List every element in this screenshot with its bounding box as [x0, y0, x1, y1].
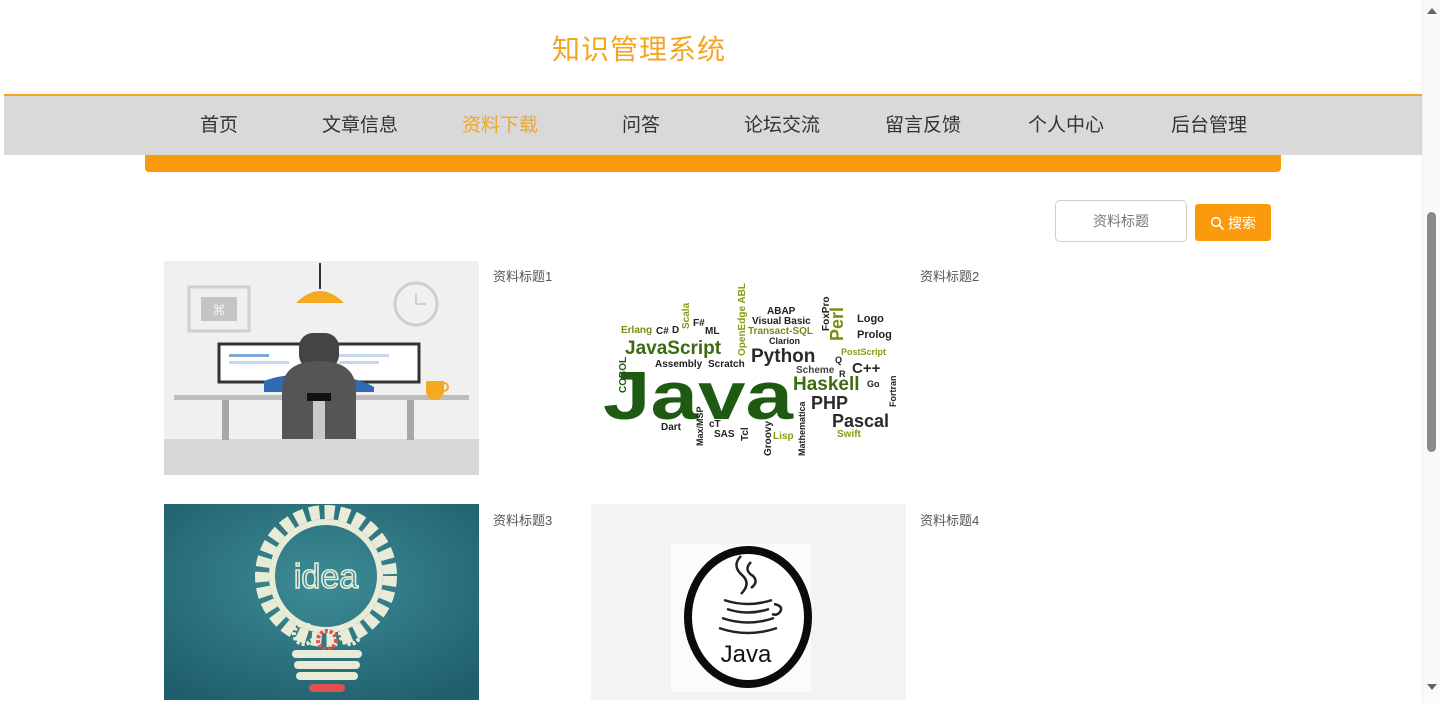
- resource-image-wordcloud[interactable]: Java JavaScript Python Haskell PHP Pasca…: [591, 261, 906, 475]
- svg-text:JavaScript: JavaScript: [625, 338, 722, 359]
- scroll-down-arrow-icon[interactable]: [1427, 684, 1437, 690]
- svg-text:cT: cT: [709, 419, 721, 430]
- svg-text:Java: Java: [721, 641, 772, 668]
- nav-item-qa[interactable]: 问答: [591, 96, 691, 155]
- nav-item-feedback[interactable]: 留言反馈: [873, 96, 973, 155]
- svg-text:Logo: Logo: [857, 313, 884, 325]
- svg-text:OpenEdge ABL: OpenEdge ABL: [737, 283, 748, 356]
- svg-text:Groovy: Groovy: [763, 421, 774, 456]
- svg-text:FoxPro: FoxPro: [821, 297, 832, 331]
- svg-text:C#: C#: [656, 326, 669, 337]
- svg-text:Scala: Scala: [681, 302, 692, 329]
- svg-text:PHP: PHP: [811, 393, 848, 413]
- nav-item-profile[interactable]: 个人中心: [1016, 96, 1116, 155]
- java-logo-illustration: Java: [591, 504, 906, 700]
- svg-text:COBOL: COBOL: [618, 357, 629, 393]
- svg-text:Scratch: Scratch: [708, 359, 745, 370]
- svg-text:Go: Go: [867, 379, 880, 389]
- search-icon: [1210, 216, 1224, 230]
- resource-image-java[interactable]: Java: [591, 504, 906, 700]
- resource-title[interactable]: 资料标题2: [920, 266, 979, 285]
- resource-title[interactable]: 资料标题4: [920, 510, 979, 529]
- banner-bar: [145, 155, 1281, 172]
- nav-item-home[interactable]: 首页: [169, 96, 269, 155]
- svg-text:idea: idea: [294, 558, 358, 596]
- svg-text:Mathematica: Mathematica: [797, 400, 807, 456]
- svg-text:Haskell: Haskell: [793, 374, 860, 395]
- svg-text:Python: Python: [751, 346, 815, 367]
- page: 知识管理系统 首页 文章信息 资料下载 问答 论坛交流 留言反馈 个人中心 后台…: [0, 0, 1440, 703]
- svg-text:F#: F#: [693, 318, 705, 329]
- svg-text:Clarion: Clarion: [769, 336, 800, 346]
- svg-text:SAS: SAS: [714, 429, 735, 440]
- svg-text:Tcl: Tcl: [740, 427, 751, 441]
- nav-item-downloads[interactable]: 资料下载: [450, 96, 550, 155]
- scroll-up-arrow-icon[interactable]: [1427, 8, 1437, 14]
- svg-text:C++: C++: [852, 360, 881, 377]
- svg-text:Fortran: Fortran: [888, 376, 898, 408]
- scroll-thumb[interactable]: [1427, 212, 1436, 452]
- svg-text:Q: Q: [835, 355, 842, 365]
- svg-text:PostScript: PostScript: [841, 347, 886, 357]
- search-button-label: 搜索: [1228, 214, 1256, 231]
- site-header: 知识管理系统: [4, 0, 1422, 96]
- svg-text:Max/MSP: Max/MSP: [695, 406, 705, 446]
- search-button[interactable]: 搜索: [1195, 204, 1271, 241]
- resource-title[interactable]: 资料标题1: [493, 266, 552, 285]
- svg-text:⌘: ⌘: [212, 303, 226, 319]
- site-title: 知识管理系统: [552, 34, 727, 65]
- svg-text:ML: ML: [705, 326, 719, 337]
- svg-text:R: R: [839, 369, 846, 379]
- svg-text:Prolog: Prolog: [857, 329, 892, 341]
- svg-text:Lisp: Lisp: [773, 431, 794, 442]
- svg-text:Erlang: Erlang: [621, 325, 652, 336]
- svg-text:Dart: Dart: [661, 422, 682, 433]
- page-scrollbar[interactable]: [1422, 0, 1440, 703]
- svg-text:D: D: [672, 325, 679, 336]
- programming-wordcloud: Java JavaScript Python Haskell PHP Pasca…: [591, 261, 906, 475]
- svg-text:Pascal: Pascal: [832, 411, 889, 431]
- main-nav: 首页 文章信息 资料下载 问答 论坛交流 留言反馈 个人中心 后台管理: [4, 96, 1422, 155]
- search-input[interactable]: [1055, 200, 1187, 242]
- developer-illustration: ⌘: [164, 261, 479, 475]
- nav-item-articles[interactable]: 文章信息: [310, 96, 410, 155]
- nav-item-forum[interactable]: 论坛交流: [732, 96, 832, 155]
- resource-title[interactable]: 资料标题3: [493, 510, 552, 529]
- resource-image-idea[interactable]: idea: [164, 504, 479, 700]
- svg-text:Scheme: Scheme: [796, 365, 835, 376]
- nav-item-admin[interactable]: 后台管理: [1159, 96, 1259, 155]
- svg-text:Swift: Swift: [837, 429, 862, 440]
- svg-text:Assembly: Assembly: [655, 359, 703, 370]
- resource-image-developer[interactable]: ⌘: [164, 261, 479, 475]
- idea-lightbulb-illustration: idea: [164, 504, 479, 700]
